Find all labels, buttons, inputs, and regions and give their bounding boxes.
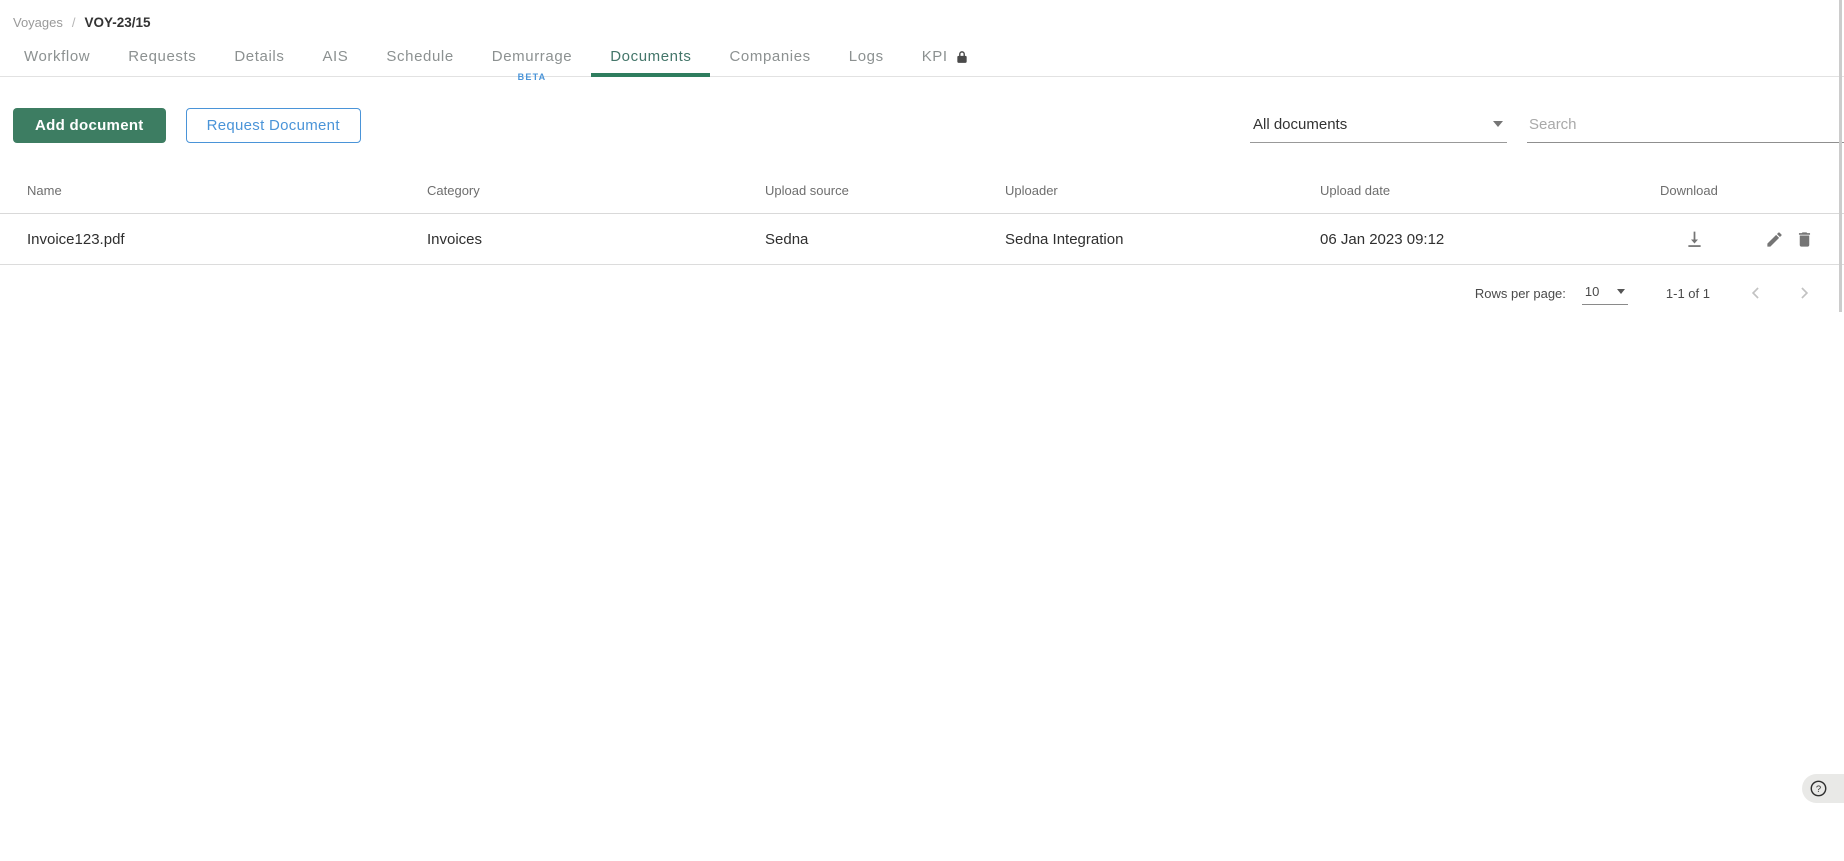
- document-filter-value: All documents: [1253, 115, 1348, 133]
- column-header-name: Name: [27, 183, 62, 198]
- column-header-category: Category: [427, 183, 480, 198]
- table-row: Invoice123.pdf Invoices Sedna Sedna Inte…: [0, 214, 1844, 265]
- column-header-uploader: Uploader: [1005, 183, 1058, 198]
- document-filter-select[interactable]: All documents: [1250, 109, 1507, 143]
- row-actions: [1765, 230, 1814, 249]
- tab-requests[interactable]: Requests: [109, 36, 215, 76]
- edit-icon[interactable]: [1765, 230, 1784, 249]
- download-icon[interactable]: [1684, 229, 1705, 250]
- tab-documents[interactable]: Documents: [591, 36, 711, 77]
- cell-upload-source: Sedna: [765, 230, 809, 248]
- page-range-label: 1-1 of 1: [1665, 285, 1710, 301]
- next-page-button[interactable]: [1792, 281, 1816, 305]
- breadcrumb-separator: /: [71, 14, 76, 30]
- chevron-down-icon: [1493, 121, 1503, 127]
- cell-actions: [1660, 229, 1844, 250]
- beta-badge: BETA: [517, 72, 547, 82]
- cell-uploader: Sedna Integration: [1005, 230, 1124, 248]
- tab-workflow[interactable]: Workflow: [5, 36, 109, 76]
- svg-text:?: ?: [1816, 784, 1821, 795]
- scrollbar[interactable]: [1839, 0, 1842, 312]
- tab-kpi[interactable]: KPI: [903, 36, 988, 76]
- column-header-upload-source: Upload source: [765, 183, 849, 198]
- breadcrumb-voyages-link[interactable]: Voyages: [13, 15, 63, 30]
- cell-category: Invoices: [427, 230, 483, 248]
- tab-bar: Workflow Requests Details AIS Schedule D…: [0, 36, 1844, 82]
- add-document-button[interactable]: Add document: [13, 108, 166, 143]
- breadcrumb: Voyages / VOY-23/15: [0, 0, 1844, 31]
- column-header-download: Download: [1660, 183, 1718, 198]
- question-mark-icon: ?: [1810, 780, 1827, 797]
- documents-toolbar: Add document Request Document All docume…: [0, 108, 1844, 143]
- cell-upload-date: 06 Jan 2023 09:12: [1320, 230, 1445, 248]
- rows-per-page-value: 10: [1584, 284, 1600, 299]
- chevron-down-icon: [1616, 289, 1625, 294]
- cell-name: Invoice123.pdf: [27, 230, 125, 248]
- tab-logs[interactable]: Logs: [830, 36, 903, 76]
- lock-icon: [955, 50, 969, 64]
- tab-schedule[interactable]: Schedule: [367, 36, 472, 76]
- request-document-button[interactable]: Request Document: [185, 108, 361, 143]
- delete-icon[interactable]: [1795, 230, 1814, 249]
- column-header-upload-date: Upload date: [1320, 183, 1391, 198]
- tab-ais[interactable]: AIS: [303, 36, 367, 76]
- tab-demurrage[interactable]: Demurrage BETA: [473, 36, 591, 82]
- tab-details[interactable]: Details: [215, 36, 303, 76]
- search-input[interactable]: [1527, 108, 1844, 143]
- tab-companies[interactable]: Companies: [710, 36, 829, 76]
- table-header: Name Category Upload source Uploader Upl…: [0, 168, 1844, 214]
- previous-page-button[interactable]: [1744, 281, 1768, 305]
- breadcrumb-current-voyage: VOY-23/15: [84, 14, 151, 30]
- pagination-bar: Rows per page: 10 1-1 of 1: [0, 265, 1844, 321]
- rows-per-page-select[interactable]: 10: [1581, 281, 1628, 305]
- help-button[interactable]: ?: [1802, 774, 1844, 803]
- rows-per-page-label: Rows per page:: [1474, 285, 1566, 301]
